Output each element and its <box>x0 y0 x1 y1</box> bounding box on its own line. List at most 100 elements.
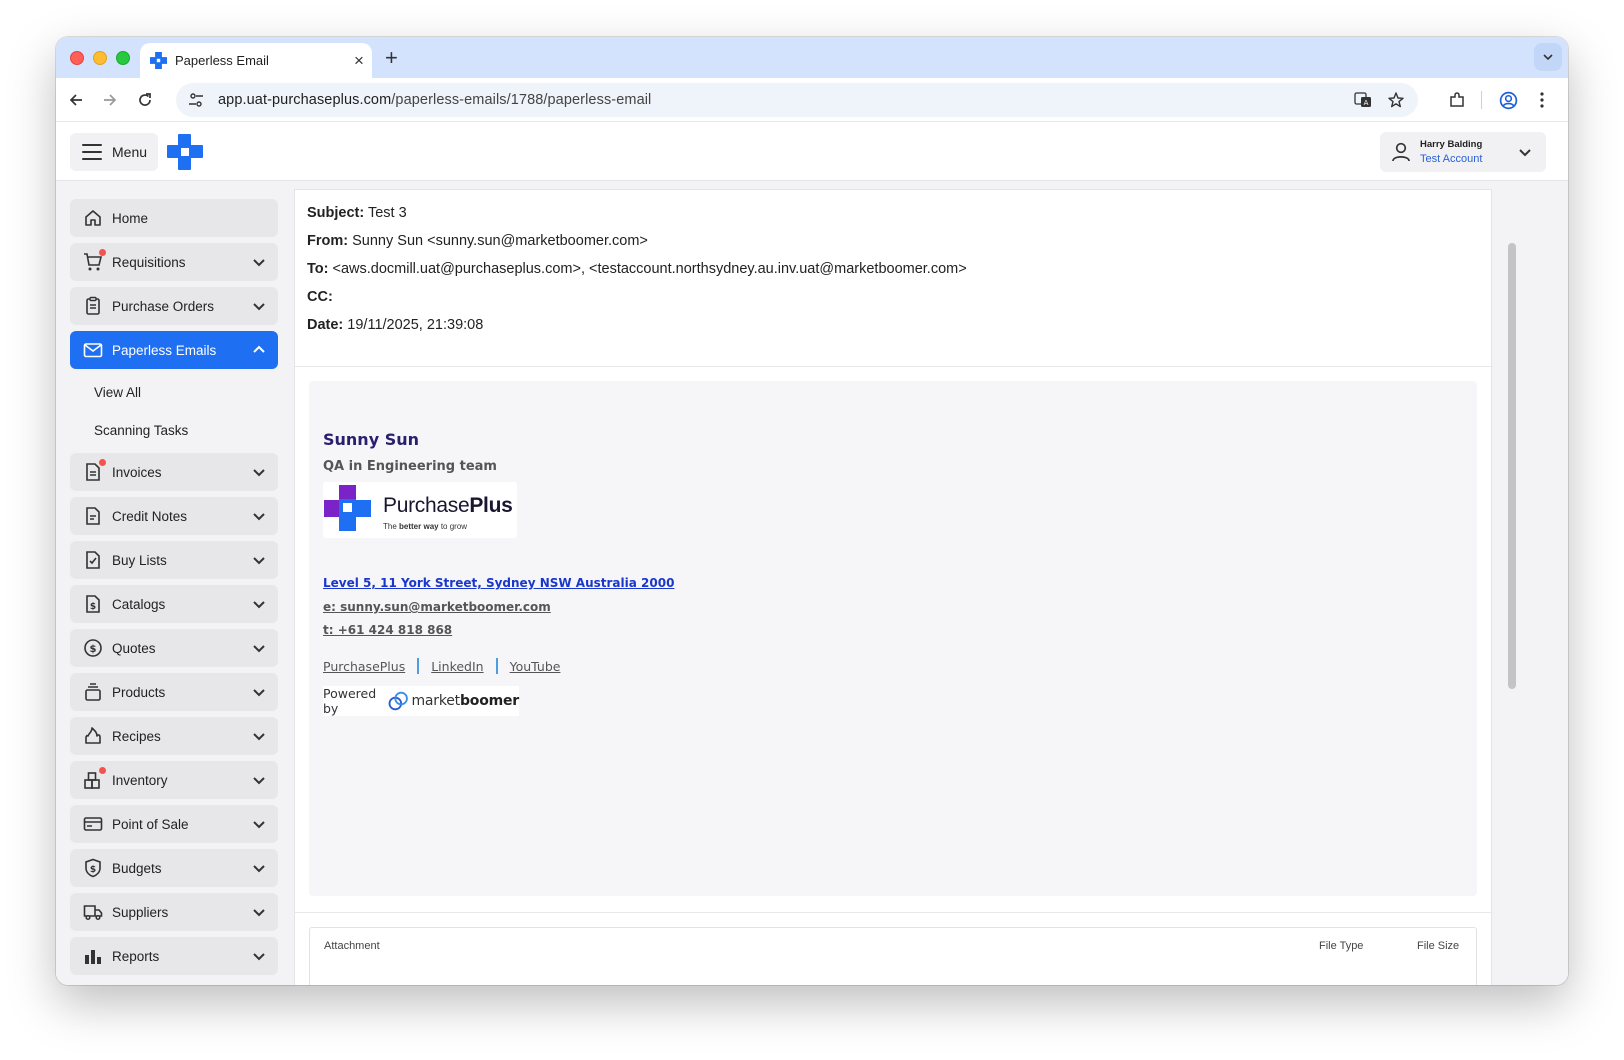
date-value: 19/11/2025, 21:39:08 <box>347 317 484 333</box>
sidebar-item-buy-lists[interactable]: Buy Lists <box>70 541 278 579</box>
browser-menu-icon[interactable] <box>1530 88 1554 112</box>
arrow-left-icon <box>69 94 82 106</box>
sidebar-item-products[interactable]: Products <box>70 673 278 711</box>
minimize-window-button[interactable] <box>93 51 107 65</box>
signature-address-link[interactable]: Level 5, 11 York Street, Sydney NSW Aust… <box>323 576 723 590</box>
new-tab-button[interactable]: + <box>385 45 398 71</box>
chevron-down-icon <box>253 303 265 311</box>
address-bar[interactable]: app.uat-purchaseplus.com/paperless-email… <box>176 83 1418 117</box>
purchaseplus-brand-logo: PurchasePlus The better way to grow <box>323 482 517 538</box>
file-size-column-header[interactable]: File Size <box>1417 940 1459 952</box>
link-separator <box>495 658 498 674</box>
close-tab-icon[interactable]: × <box>346 51 372 71</box>
chevron-down-icon <box>253 259 265 267</box>
sidebar-item-requisitions[interactable]: Requisitions <box>70 243 278 281</box>
browser-tab[interactable]: Paperless Email × <box>140 43 372 78</box>
extensions-icon[interactable] <box>1445 88 1469 112</box>
arrow-right-icon <box>104 94 117 106</box>
tab-search-button[interactable] <box>1534 43 1562 71</box>
chevron-down-icon <box>253 733 265 741</box>
menu-label: Menu <box>112 144 148 160</box>
chevron-down-icon <box>253 645 265 653</box>
sidebar-item-reports[interactable]: Reports <box>70 937 278 975</box>
sidebar-item-quotes[interactable]: $ Quotes <box>70 629 278 667</box>
flame-icon <box>82 725 104 747</box>
youtube-link[interactable]: YouTube <box>510 659 561 674</box>
tab-strip: Paperless Email × + <box>56 37 1568 78</box>
menu-button[interactable]: Menu <box>70 133 158 171</box>
sidebar-item-invoices[interactable]: Invoices <box>70 453 278 491</box>
email-body: Sunny Sun QA in Engineering team Purchas… <box>309 381 1477 896</box>
from-label: From: <box>307 233 349 249</box>
signature-phone-link[interactable]: t: +61 424 818 868 <box>323 623 723 637</box>
sidebar-item-purchase-orders[interactable]: Purchase Orders <box>70 287 278 325</box>
marketboomer-wordmark: marketboomer <box>411 693 519 709</box>
invoice-icon <box>82 459 106 483</box>
marketboomer-logo-icon <box>388 691 409 711</box>
bookmark-star-icon[interactable] <box>1385 89 1407 111</box>
translate-icon[interactable]: A <box>1352 89 1374 111</box>
chevron-down-icon <box>253 909 265 917</box>
signature-email-link[interactable]: e: sunny.sun@marketboomer.com <box>323 600 723 614</box>
back-button[interactable] <box>64 88 88 112</box>
user-info: Harry Balding Test Account <box>1420 138 1514 166</box>
svg-text:$: $ <box>90 644 97 655</box>
sidebar-item-label: Quotes <box>112 640 156 656</box>
products-stack-icon <box>82 681 104 703</box>
linkedin-link[interactable]: LinkedIn <box>431 659 483 674</box>
sidebar-item-label: Products <box>112 684 166 700</box>
bar-chart-icon <box>82 945 104 967</box>
sidebar-item-label: Requisitions <box>112 254 186 270</box>
sidebar-item-inventory[interactable]: Inventory <box>70 761 278 799</box>
sidebar-item-label: Budgets <box>112 860 162 876</box>
purchaseplus-favicon-icon <box>150 52 167 69</box>
signature-social-links: PurchasePlus LinkedIn YouTube <box>323 658 723 674</box>
profile-icon[interactable] <box>1496 88 1520 112</box>
chevron-down-icon <box>253 557 265 565</box>
close-window-button[interactable] <box>70 51 84 65</box>
reload-button[interactable] <box>133 88 157 112</box>
signature-role: QA in Engineering team <box>323 459 497 474</box>
chevron-down-icon <box>253 469 265 477</box>
chevron-down-icon <box>253 513 265 521</box>
boxes-icon <box>82 767 106 791</box>
sidebar-item-paperless-emails[interactable]: Paperless Emails <box>70 331 278 369</box>
sidebar-item-label: Reports <box>112 948 160 964</box>
checklist-icon <box>82 549 104 571</box>
scrollbar-thumb[interactable] <box>1508 243 1516 689</box>
email-signature: Sunny Sun QA in Engineering team Purchas… <box>323 430 674 716</box>
maximize-window-button[interactable] <box>116 51 130 65</box>
sidebar-item-home[interactable]: Home <box>70 199 278 237</box>
cart-icon <box>82 249 106 273</box>
sidebar-item-label: Point of Sale <box>112 816 189 832</box>
site-settings-icon[interactable] <box>188 92 204 108</box>
chevron-up-icon <box>253 345 265 353</box>
sidebar-item-catalogs[interactable]: $ Catalogs <box>70 585 278 623</box>
sidebar-item-label: Paperless Emails <box>112 342 217 358</box>
user-icon <box>1392 142 1410 162</box>
sidebar: Home Requisitions Purchase Orders Paperl… <box>56 181 292 985</box>
browser-toolbar: app.uat-purchaseplus.com/paperless-email… <box>56 78 1568 122</box>
notification-badge <box>99 767 106 774</box>
sidebar-item-credit-notes[interactable]: Credit Notes <box>70 497 278 535</box>
sidebar-subitem-view-all[interactable]: View All <box>94 385 141 400</box>
truck-icon <box>82 901 104 923</box>
sidebar-item-point-of-sale[interactable]: Point of Sale <box>70 805 278 843</box>
sidebar-item-recipes[interactable]: Recipes <box>70 717 278 755</box>
sidebar-item-suppliers[interactable]: Suppliers <box>70 893 278 931</box>
chevron-down-icon <box>253 865 265 873</box>
subject-value: Test 3 <box>367 205 407 221</box>
attachment-column-header[interactable]: Attachment <box>324 940 380 952</box>
sidebar-subitem-scanning-tasks[interactable]: Scanning Tasks <box>94 423 188 438</box>
file-type-column-header[interactable]: File Type <box>1319 940 1363 952</box>
mail-icon <box>82 339 104 361</box>
chevron-down-icon <box>253 689 265 697</box>
sidebar-item-budgets[interactable]: $ Budgets <box>70 849 278 887</box>
purchaseplus-logo-icon[interactable] <box>166 133 204 171</box>
purchaseplus-link[interactable]: PurchasePlus <box>323 659 405 674</box>
page-scrollbar[interactable] <box>1506 243 1518 985</box>
forward-button[interactable] <box>98 88 122 112</box>
sidebar-item-label: Recipes <box>112 728 161 744</box>
user-menu-button[interactable]: Harry Balding Test Account <box>1380 132 1546 172</box>
shield-dollar-icon: $ <box>82 857 104 879</box>
